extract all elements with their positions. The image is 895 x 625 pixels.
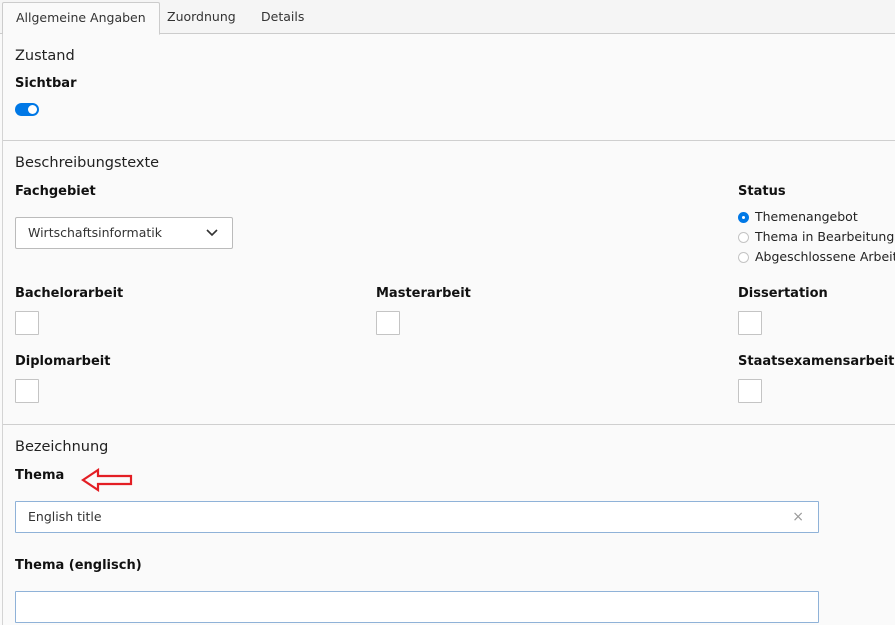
section-title-bezeichnung: Bezeichnung (15, 439, 109, 455)
tab-bar: Allgemeine Angaben Zuordnung Details (0, 0, 895, 35)
radio-label: Thema in Bearbeitung (755, 229, 895, 244)
tab-details[interactable]: Details (248, 2, 317, 35)
bachelorarbeit-label: Bachelorarbeit (15, 286, 124, 301)
divider (3, 424, 895, 425)
masterarbeit-checkbox[interactable] (376, 311, 400, 335)
radio-icon[interactable] (738, 252, 749, 263)
chevron-down-icon (206, 229, 218, 237)
clear-icon[interactable]: × (792, 502, 804, 532)
masterarbeit-label: Masterarbeit (376, 286, 471, 301)
tab-zuordnung[interactable]: Zuordnung (154, 2, 249, 35)
thema-englisch-input[interactable] (15, 591, 819, 623)
dissertation-label: Dissertation (738, 286, 828, 301)
red-arrow-icon (81, 468, 133, 492)
diplomarbeit-checkbox[interactable] (15, 379, 39, 403)
radio-label: Abgeschlossene Arbeit (755, 249, 895, 264)
dissertation-checkbox[interactable] (738, 311, 762, 335)
section-title-beschreibungstexte: Beschreibungstexte (15, 155, 160, 171)
sichtbar-toggle[interactable] (15, 103, 39, 116)
thema-englisch-label: Thema (englisch) (15, 558, 142, 573)
radio-icon[interactable] (738, 232, 749, 243)
sichtbar-label: Sichtbar (15, 76, 77, 91)
thema-input-value: English title (28, 509, 102, 524)
staatsexamensarbeit-label: Staatsexamensarbeit (738, 354, 895, 369)
thema-input[interactable]: English title × (15, 501, 819, 533)
bachelorarbeit-checkbox[interactable] (15, 311, 39, 335)
staatsexamensarbeit-checkbox[interactable] (738, 379, 762, 403)
radio-label: Themenangebot (755, 209, 858, 224)
diplomarbeit-label: Diplomarbeit (15, 354, 111, 369)
thema-label: Thema (15, 468, 65, 483)
fachgebiet-select[interactable]: Wirtschaftsinformatik (15, 217, 233, 249)
radio-selected-icon[interactable] (738, 212, 749, 223)
status-label: Status (738, 184, 786, 199)
toggle-knob (28, 105, 37, 114)
fachgebiet-value: Wirtschaftsinformatik (28, 225, 162, 240)
tab-allgemeine-angaben[interactable]: Allgemeine Angaben (2, 2, 160, 35)
divider (3, 140, 895, 141)
fachgebiet-label: Fachgebiet (15, 184, 96, 199)
panel-border (2, 34, 3, 625)
section-title-zustand: Zustand (15, 48, 75, 64)
